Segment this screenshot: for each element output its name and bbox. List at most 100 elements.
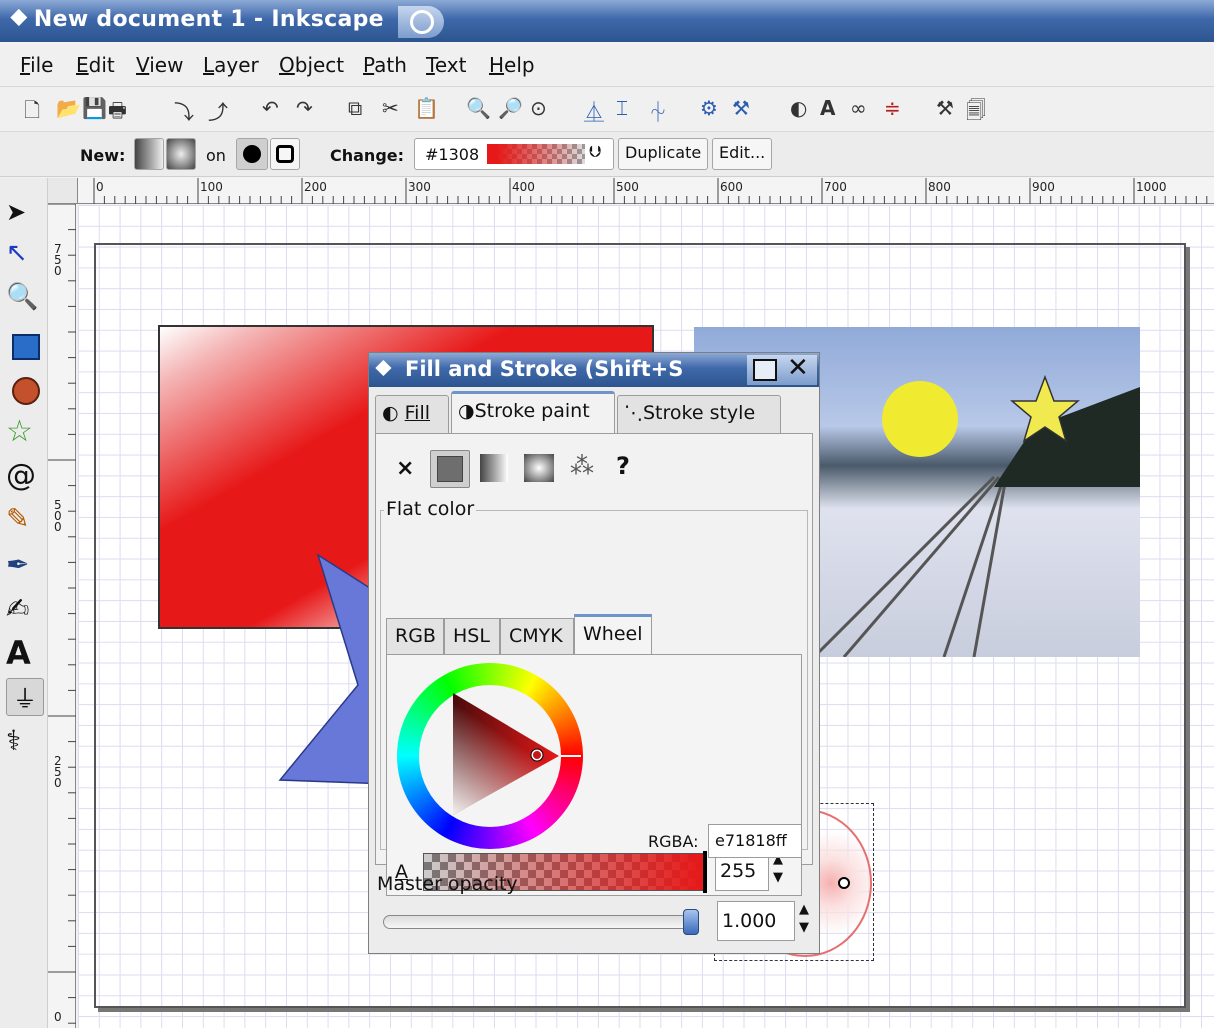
menu-view[interactable]: View <box>136 53 183 77</box>
new-document-icon[interactable]: 🗋 <box>24 96 40 130</box>
color-triangle[interactable] <box>397 663 583 849</box>
calligraphy-tool-icon[interactable]: ✍ <box>6 592 44 630</box>
print-icon[interactable]: 🖶 <box>108 96 127 130</box>
duplicate-icon[interactable]: ⧉ <box>348 96 362 120</box>
zoom-tool-icon[interactable]: 🔍 <box>6 282 44 320</box>
tab-hsl[interactable]: HSL <box>444 618 500 654</box>
close-icon[interactable]: ✕ <box>787 353 809 383</box>
vertical-ruler[interactable]: 750 500 250 0 <box>48 204 76 1028</box>
zoom-selection-icon[interactable]: 🔍 <box>466 96 491 120</box>
linear-gradient-button[interactable] <box>134 138 164 170</box>
ruler-label: 250 <box>54 754 62 790</box>
tab-wheel[interactable]: Wheel <box>574 614 652 654</box>
menu-help[interactable]: Help <box>489 53 535 77</box>
tab-stroke-style[interactable]: ⋱Stroke style <box>617 395 781 433</box>
text-tool-icon[interactable]: A <box>6 634 44 672</box>
edit-gradient-button[interactable]: Edit... <box>712 138 773 170</box>
master-opacity-input[interactable]: 1.000 <box>717 901 795 941</box>
dialog-title-bar[interactable]: ⯁ Fill and Stroke (Shift+S ✕ <box>369 353 819 387</box>
paint-pattern-button[interactable]: ⁂ <box>570 452 594 480</box>
open-icon[interactable]: 📂 <box>56 96 81 120</box>
duplicate-button[interactable]: Duplicate <box>618 138 709 170</box>
commands-toolbar: 🗋 📂 💾 🖶 ⤵ ⤴ ↶ ↷ ⧉ ✂ 📋 🔍 🔎 ⊙ ⏅ ⌶ ⏆ ⚙ ⚒ ◐ … <box>0 86 1214 130</box>
horizontal-ruler[interactable]: 0 100 200 300 400 500 600 700 800 900 10… <box>78 178 1214 204</box>
maximize-icon[interactable] <box>753 359 777 381</box>
star-tool-icon[interactable]: ☆ <box>6 414 44 452</box>
node-tool-icon[interactable]: ⚒ <box>732 96 750 120</box>
ruler-label: 700 <box>824 180 847 194</box>
zoom-page-icon[interactable]: ⊙ <box>530 96 547 120</box>
ruler-label: 750 <box>54 242 62 278</box>
menu-path[interactable]: Path <box>363 53 407 77</box>
node-edit-icon[interactable]: ⚙ <box>700 96 718 120</box>
ellipse-tool-icon[interactable] <box>6 372 44 410</box>
ruler-label: 500 <box>616 180 639 194</box>
opacity-spinner-icon[interactable]: ▲ ▼ <box>799 901 809 937</box>
stroke-circle-icon <box>276 145 294 163</box>
preferences-icon[interactable]: ⚒ <box>936 96 954 120</box>
ruler-label: 0 <box>54 1010 62 1024</box>
flat-color-label: Flat color <box>384 498 477 520</box>
menu-edit[interactable]: Edit <box>76 53 115 77</box>
on-fill-button[interactable] <box>236 138 268 170</box>
alpha-slider-marker[interactable] <box>703 851 707 893</box>
ellipse-shape-icon <box>12 377 40 405</box>
paint-radial-button[interactable] <box>524 454 554 482</box>
node-tool-icon-left[interactable]: ↖ <box>6 238 44 276</box>
xml-editor-icon[interactable]: ∞ <box>850 96 867 120</box>
export-icon[interactable]: ⤴ <box>208 96 228 125</box>
rgba-input[interactable]: e71818ff <box>708 824 802 858</box>
tab-cmyk[interactable]: CMYK <box>500 618 574 654</box>
new-label: New: <box>80 146 126 165</box>
paint-unset-button[interactable]: ? <box>616 452 630 480</box>
tab-stroke-paint-label: Stroke paint <box>474 400 590 422</box>
paint-linear-button[interactable] <box>480 454 508 482</box>
menu-file[interactable]: File <box>20 53 53 77</box>
tab-fill-label: Fill <box>404 402 431 424</box>
import-icon[interactable]: ⤵ <box>174 96 194 125</box>
menu-object[interactable]: Object <box>279 53 344 77</box>
redo-icon[interactable]: ↷ <box>296 96 313 120</box>
paste-icon[interactable]: 📋 <box>414 96 439 120</box>
cut-icon[interactable]: ✂ <box>382 96 399 120</box>
alpha-input[interactable]: 255 <box>715 853 769 891</box>
flat-color-icon <box>437 456 463 482</box>
save-icon[interactable]: 💾 <box>82 96 107 120</box>
master-opacity-slider[interactable] <box>383 915 699 929</box>
dropper-tool-icon[interactable]: ⚕ <box>6 724 44 762</box>
align-middle-icon[interactable]: ⌶ <box>616 96 628 120</box>
zoom-drawing-icon[interactable]: 🔎 <box>498 96 523 120</box>
gradient-tool-icon[interactable]: ⏚ <box>6 678 44 716</box>
fill-stroke-icon[interactable]: ◐ <box>790 96 807 120</box>
pen-tool-icon[interactable]: ✒ <box>6 548 44 586</box>
text-font-icon[interactable]: A <box>820 96 835 120</box>
align-top-icon[interactable]: ⏅ <box>584 96 604 125</box>
ruler-label: 0 <box>96 180 104 194</box>
ruler-label: 100 <box>200 180 223 194</box>
paint-none-button[interactable]: × <box>396 456 414 481</box>
undo-icon[interactable]: ↶ <box>262 96 279 120</box>
tab-fill[interactable]: ◐ Fill <box>375 395 449 433</box>
ruler-label: 800 <box>928 180 951 194</box>
vertical-ruler-ticks <box>48 204 76 1024</box>
tab-rgb[interactable]: RGB <box>386 618 444 654</box>
menu-text[interactable]: Text <box>426 53 466 77</box>
rectangle-tool-icon[interactable] <box>6 328 44 366</box>
gradient-stop-handle[interactable] <box>838 877 850 889</box>
window-title-bar[interactable]: ⯁ New document 1 - Inkscape <box>0 0 1214 42</box>
gradient-select[interactable]: #1308 ⮋ <box>414 138 614 170</box>
radial-gradient-button[interactable] <box>166 138 196 170</box>
stroke-style-tab-icon: ⋱ <box>624 402 643 424</box>
align-bottom-icon[interactable]: ⏆ <box>648 96 668 125</box>
pencil-tool-icon[interactable]: ✎ <box>6 502 44 540</box>
document-properties-icon[interactable]: 🗐 <box>966 96 986 130</box>
on-stroke-button[interactable] <box>270 138 300 170</box>
spiral-tool-icon[interactable]: @ <box>6 458 44 496</box>
align-distribute-icon[interactable]: ≑ <box>884 96 901 120</box>
on-label: on <box>206 146 226 165</box>
selector-tool-icon[interactable]: ➤ <box>6 198 44 236</box>
tab-stroke-paint[interactable]: ◑Stroke paint <box>451 391 615 433</box>
paint-flat-button[interactable] <box>430 450 470 488</box>
menu-layer[interactable]: Layer <box>203 53 259 77</box>
master-opacity-thumb[interactable] <box>683 909 699 935</box>
